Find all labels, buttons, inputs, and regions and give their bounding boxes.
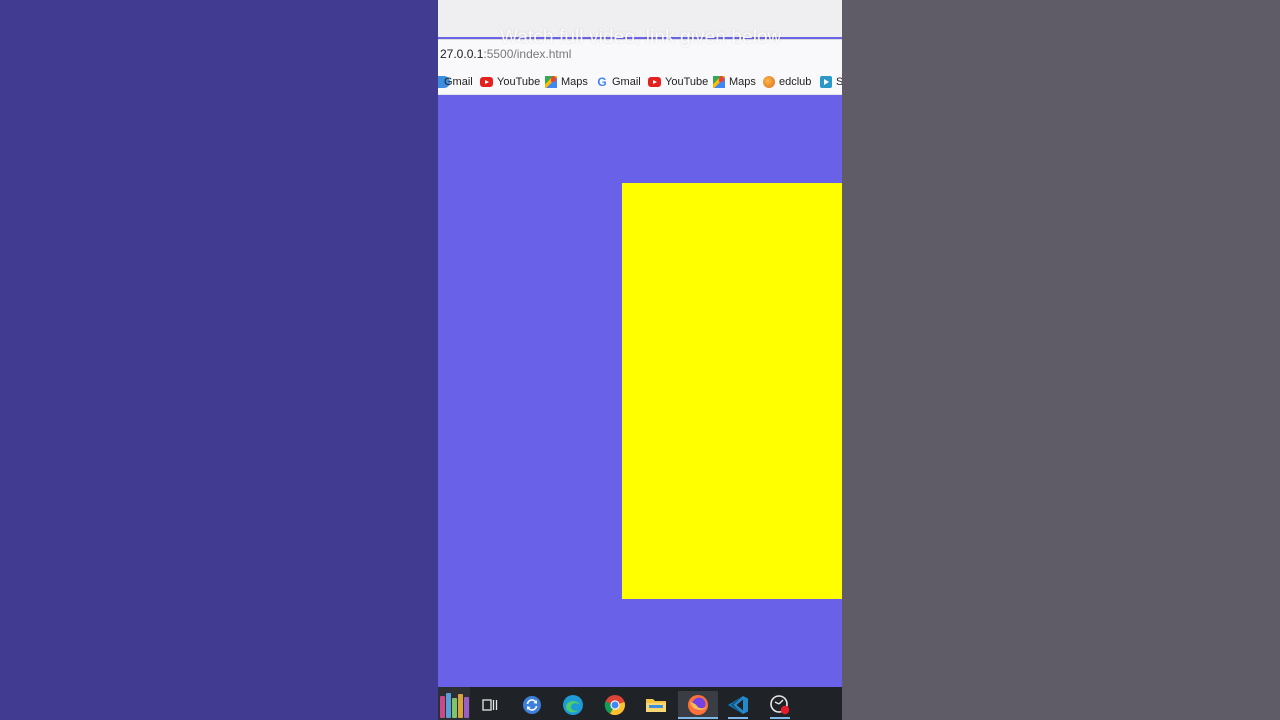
- bookmark-label: edclub: [779, 76, 812, 88]
- bookmark-label: YouTube: [497, 76, 541, 88]
- running-indicator: [770, 717, 790, 719]
- library-books-icon[interactable]: [438, 687, 470, 720]
- left-letterbox: [0, 0, 438, 720]
- screen-recording-frame: 27.0.0.1:5500/index.html Watch full vide…: [438, 0, 842, 720]
- bookmark-s[interactable]: S: [820, 74, 842, 90]
- bookmark-label: Gmail: [612, 76, 641, 88]
- task-view-icon[interactable]: [476, 691, 504, 719]
- bookmark-youtube[interactable]: YouTube: [480, 74, 540, 90]
- yellow-box: [622, 183, 842, 599]
- maps-icon: [545, 76, 557, 88]
- screen-recorder-icon[interactable]: [766, 691, 794, 719]
- bookmark-gmail[interactable]: G Gmail: [596, 74, 641, 90]
- vscode-icon[interactable]: [724, 691, 752, 719]
- bookmark-gmail[interactable]: Gmail: [444, 74, 473, 90]
- youtube-icon: [480, 77, 493, 87]
- video-caption-overlay: Watch full video, link given below: [500, 27, 782, 48]
- url-host: 27.0.0.1: [440, 47, 484, 61]
- edge-icon[interactable]: [559, 691, 587, 719]
- page-viewport: [438, 95, 842, 687]
- bookmark-icon: [820, 76, 832, 88]
- bookmark-youtube[interactable]: YouTube: [648, 74, 708, 90]
- url-path: :5500/index.html: [483, 47, 572, 61]
- google-icon: G: [597, 75, 607, 89]
- bookmarks-bar: Gmail YouTube Maps G Gmail YouTube Maps …: [438, 68, 842, 95]
- url-text[interactable]: 27.0.0.1:5500/index.html: [440, 47, 571, 61]
- sync-icon[interactable]: [518, 691, 546, 719]
- youtube-icon: [648, 77, 661, 87]
- bookmark-label: S: [836, 76, 842, 88]
- windows-taskbar: [438, 687, 842, 720]
- running-indicator: [728, 717, 748, 719]
- bookmark-maps[interactable]: Maps: [713, 74, 756, 90]
- firefox-icon[interactable]: [678, 691, 718, 719]
- bookmark-label: Maps: [561, 76, 588, 88]
- bookmark-label: Maps: [729, 76, 756, 88]
- maps-icon: [713, 76, 725, 88]
- bookmark-edclub[interactable]: edclub: [763, 74, 811, 90]
- bookmark-label: Gmail: [444, 76, 473, 88]
- bookmark-label: YouTube: [665, 76, 709, 88]
- chrome-icon[interactable]: [601, 691, 629, 719]
- active-indicator: [678, 717, 718, 719]
- right-letterbox: [842, 0, 1280, 720]
- file-explorer-icon[interactable]: [642, 691, 670, 719]
- bookmark-maps[interactable]: Maps: [545, 74, 588, 90]
- edclub-icon: [763, 76, 775, 88]
